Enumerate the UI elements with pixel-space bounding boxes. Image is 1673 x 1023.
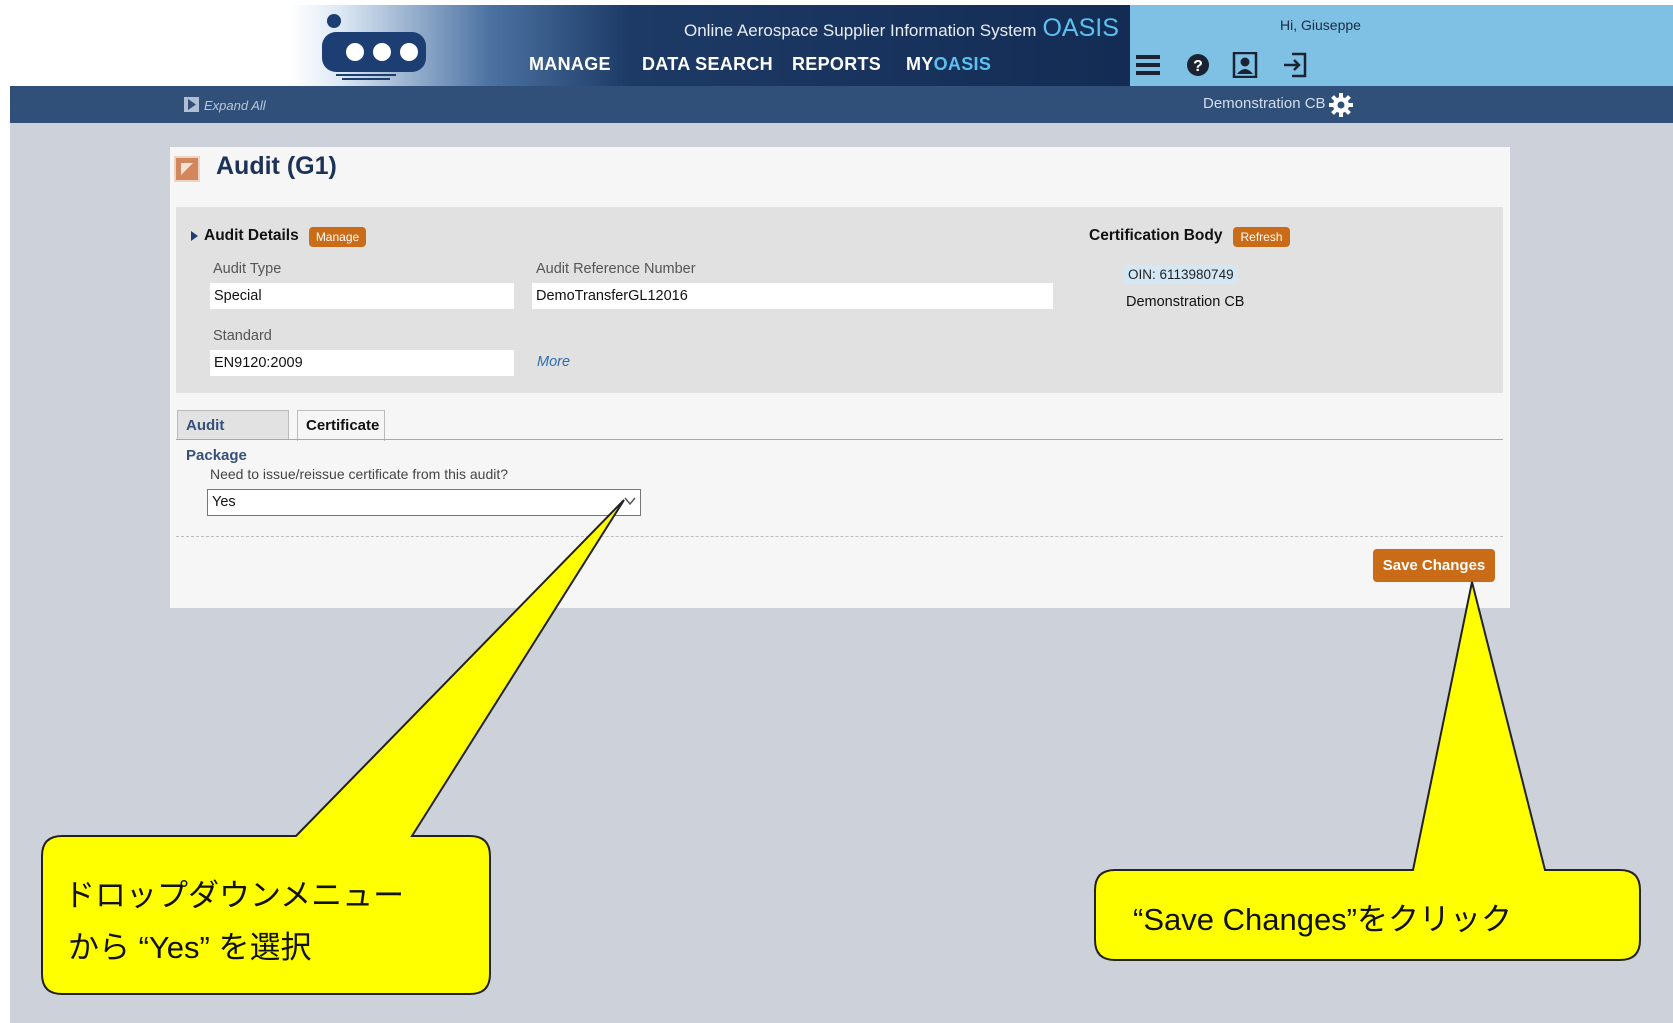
callout-right-text: “Save Changes”をクリック: [1133, 902, 1513, 937]
callout-left-line2: から “Yes” を選択: [68, 930, 312, 965]
callout-left-line1: ドロップダウンメニュー: [64, 878, 405, 913]
callout-left-shape: [41, 499, 625, 995]
